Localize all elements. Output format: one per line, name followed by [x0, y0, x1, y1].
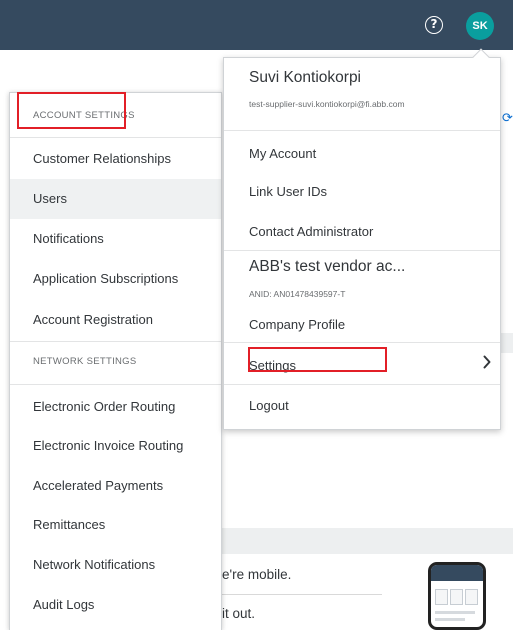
refresh-icon[interactable]: ⟳	[502, 111, 513, 126]
background-band	[222, 528, 513, 554]
section-header-network-settings: NETWORK SETTINGS	[33, 356, 137, 367]
menu-divider	[224, 130, 500, 131]
menu-item-electronic-order-routing[interactable]: Electronic Order Routing	[10, 387, 221, 427]
user-email: test-supplier-suvi.kontiokorpi@fi.abb.co…	[249, 99, 405, 109]
user-menu: Suvi Kontiokorpi test-supplier-suvi.kont…	[223, 48, 501, 430]
menu-item-users[interactable]: Users	[10, 179, 221, 219]
avatar[interactable]: SK	[466, 12, 494, 40]
menu-item-account-registration[interactable]: Account Registration	[10, 300, 221, 340]
menu-divider	[224, 250, 500, 251]
menu-item-network-notifications[interactable]: Network Notifications	[10, 545, 221, 585]
background-check-text: it out.	[222, 606, 256, 621]
top-bar: ? SK	[0, 0, 513, 50]
menu-item-audit-logs[interactable]: Audit Logs	[10, 585, 221, 625]
background-divider	[222, 594, 382, 595]
menu-item-notifications[interactable]: Notifications	[10, 219, 221, 259]
link-user-ids-link[interactable]: Link User IDs	[249, 184, 327, 199]
menu-divider	[10, 384, 221, 385]
background-band	[500, 333, 513, 353]
contact-administrator-link[interactable]: Contact Administrator	[249, 224, 373, 239]
help-icon[interactable]: ?	[425, 16, 443, 34]
company-profile-link[interactable]: Company Profile	[249, 317, 345, 332]
company-anid: ANID: AN01478439597-T	[249, 289, 346, 299]
chevron-right-icon[interactable]	[483, 355, 491, 369]
menu-divider	[224, 342, 500, 343]
account-settings-menu: ACCOUNT SETTINGS Customer Relationships …	[9, 92, 222, 630]
users-highlight-box	[17, 92, 126, 129]
dropdown-caret	[472, 48, 490, 66]
mobile-app-image	[428, 562, 486, 630]
background-mobile-text: e're mobile.	[222, 567, 292, 582]
my-account-link[interactable]: My Account	[249, 146, 316, 161]
menu-item-electronic-invoice-routing[interactable]: Electronic Invoice Routing	[10, 426, 221, 466]
menu-divider	[10, 137, 221, 138]
menu-item-customer-relationships[interactable]: Customer Relationships	[10, 139, 221, 179]
menu-divider	[224, 384, 500, 385]
settings-highlight-box	[248, 347, 387, 372]
menu-item-application-subscriptions[interactable]: Application Subscriptions	[10, 259, 221, 299]
menu-item-remittances[interactable]: Remittances	[10, 505, 221, 545]
company-name: ABB's test vendor ac...	[249, 258, 406, 275]
menu-item-accelerated-payments[interactable]: Accelerated Payments	[10, 466, 221, 506]
user-name: Suvi Kontiokorpi	[249, 69, 362, 86]
logout-link[interactable]: Logout	[249, 398, 289, 413]
